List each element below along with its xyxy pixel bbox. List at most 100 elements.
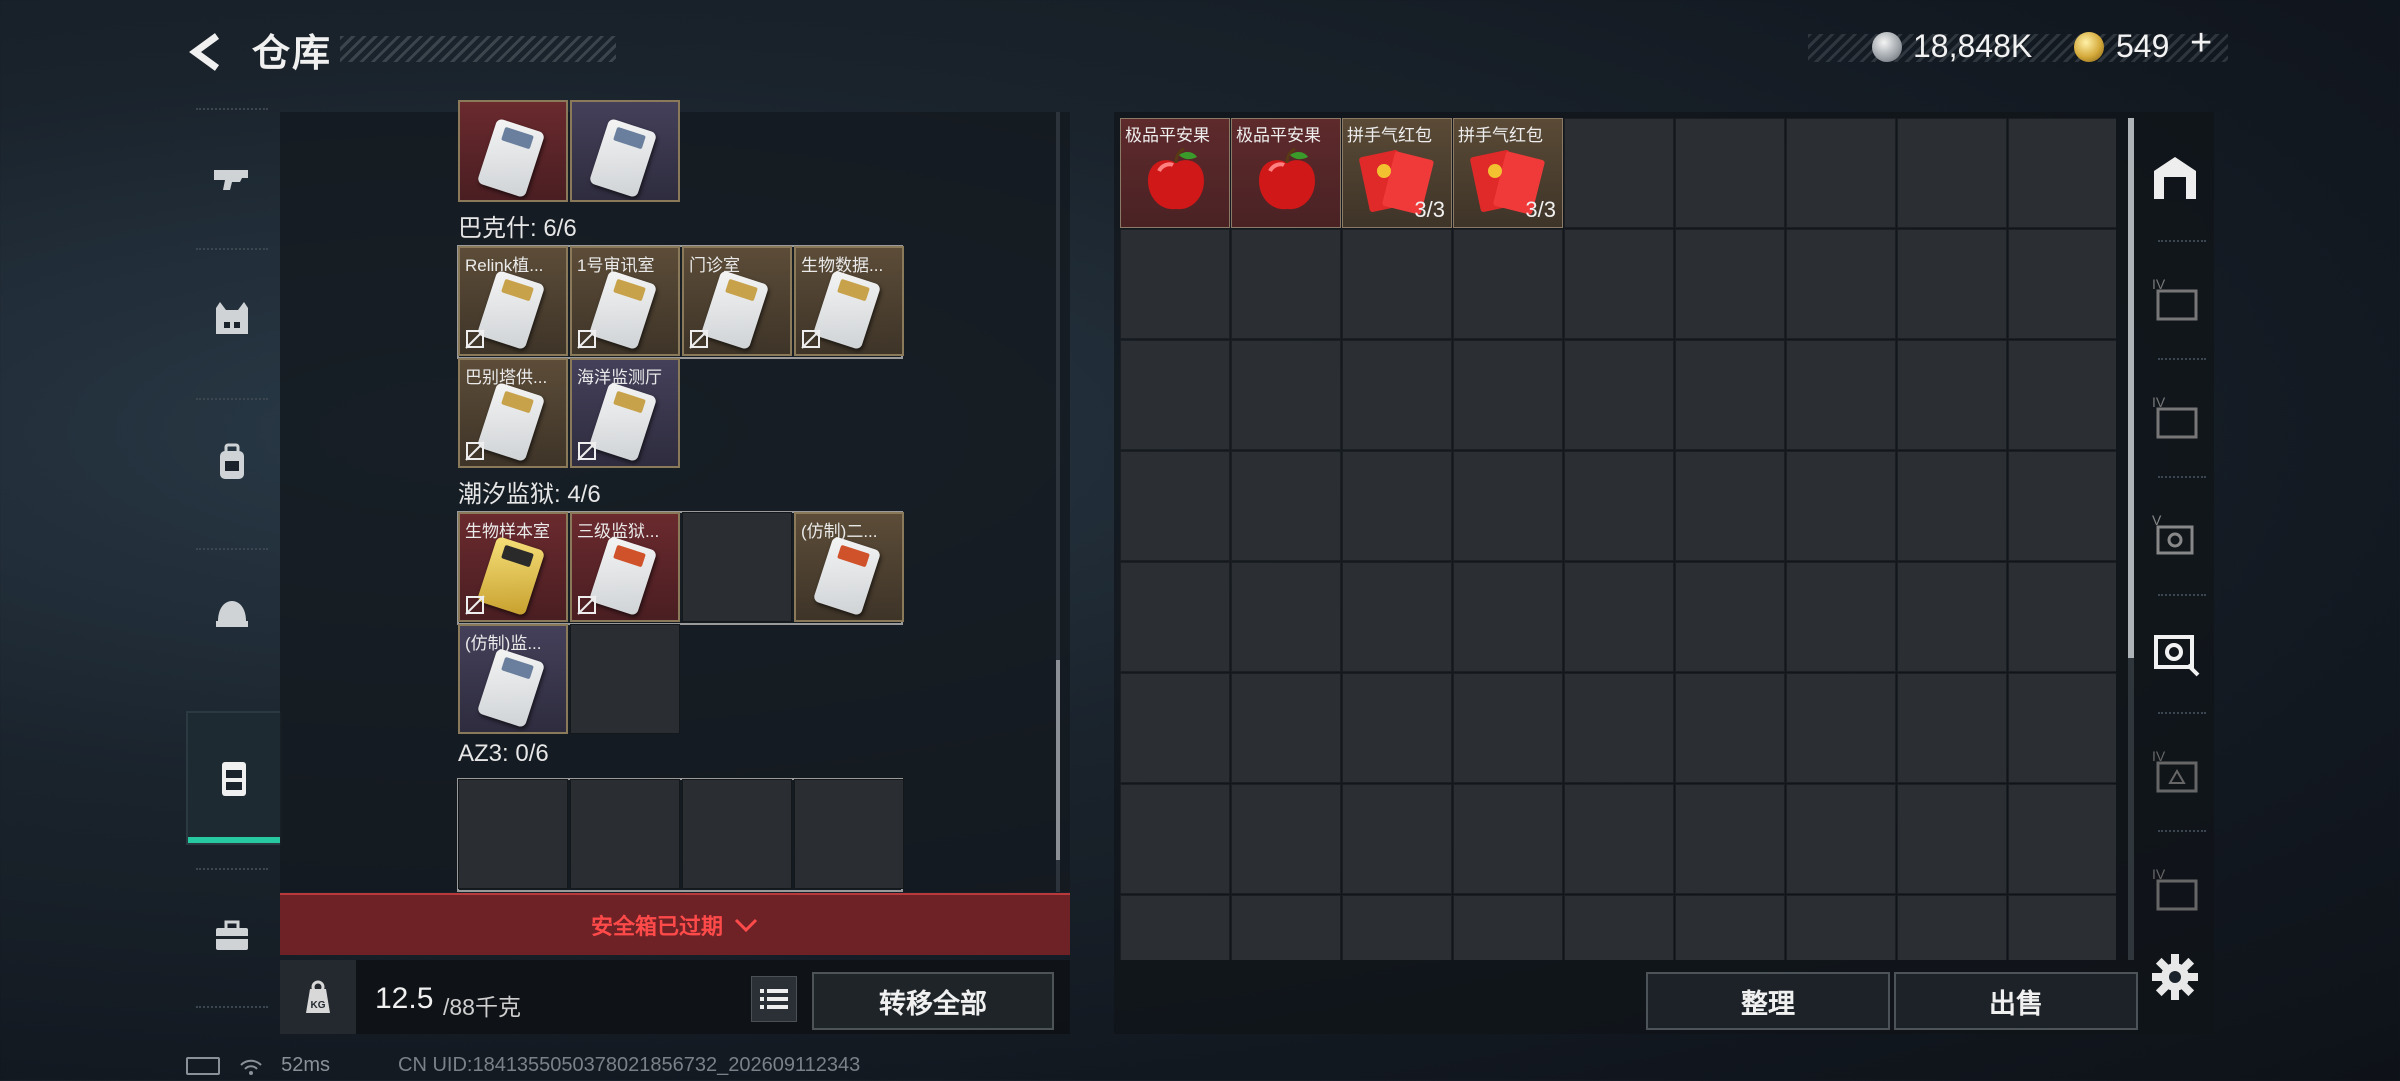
empty-storage-cell[interactable] <box>1897 229 2007 339</box>
empty-storage-cell[interactable] <box>1564 118 1674 228</box>
sort-button[interactable]: 整理 <box>1646 972 1890 1030</box>
empty-storage-cell[interactable] <box>1120 229 1230 339</box>
empty-storage-cell[interactable] <box>1342 562 1452 672</box>
add-gold-button[interactable]: + <box>2190 22 2212 65</box>
item-red-envelope[interactable]: 拼手气红包 3/3 <box>1342 118 1452 228</box>
empty-storage-cell[interactable] <box>1786 451 1896 561</box>
empty-storage-cell[interactable] <box>2008 118 2116 228</box>
empty-storage-cell[interactable] <box>1675 784 1785 894</box>
empty-storage-cell[interactable] <box>1342 340 1452 450</box>
empty-storage-cell[interactable] <box>1897 562 2007 672</box>
transfer-all-button[interactable]: 转移全部 <box>812 972 1054 1030</box>
tab-storage-v-active[interactable] <box>2140 602 2210 702</box>
empty-storage-cell[interactable] <box>1897 673 2007 783</box>
back-arrow-icon[interactable] <box>185 30 229 74</box>
empty-storage-cell[interactable] <box>1786 562 1896 672</box>
empty-storage-cell[interactable] <box>1120 340 1230 450</box>
empty-storage-cell[interactable] <box>1231 562 1341 672</box>
card-slot[interactable]: 生物样本室 <box>458 512 568 622</box>
empty-storage-cell[interactable] <box>1897 340 2007 450</box>
empty-storage-cell[interactable] <box>1786 229 1896 339</box>
category-cards[interactable] <box>186 711 282 845</box>
empty-storage-cell[interactable] <box>1897 784 2007 894</box>
empty-storage-cell[interactable] <box>1120 895 1230 960</box>
empty-storage-cell[interactable] <box>1675 340 1785 450</box>
empty-storage-cell[interactable] <box>1231 895 1341 960</box>
empty-storage-cell[interactable] <box>1786 118 1896 228</box>
empty-storage-cell[interactable] <box>2008 340 2116 450</box>
storage-scrollbar-thumb[interactable] <box>2128 118 2134 658</box>
tab-storage-iv-4[interactable]: IV <box>2140 838 2210 938</box>
card-slot[interactable]: 三级监狱... <box>570 512 680 622</box>
empty-storage-cell[interactable] <box>1675 562 1785 672</box>
sell-button[interactable]: 出售 <box>1894 972 2138 1030</box>
empty-storage-cell[interactable] <box>1231 229 1341 339</box>
empty-card-slot[interactable] <box>458 779 568 889</box>
card-slot[interactable]: 海洋监测厅 <box>570 358 680 468</box>
empty-storage-cell[interactable] <box>1120 673 1230 783</box>
empty-storage-cell[interactable] <box>1453 784 1563 894</box>
empty-storage-cell[interactable] <box>1453 562 1563 672</box>
empty-storage-cell[interactable] <box>1786 784 1896 894</box>
empty-storage-cell[interactable] <box>2008 895 2116 960</box>
list-view-button[interactable] <box>751 976 797 1022</box>
tab-storage-main[interactable] <box>2140 128 2210 228</box>
empty-card-slot[interactable] <box>794 779 904 889</box>
empty-storage-cell[interactable] <box>1453 340 1563 450</box>
empty-storage-cell[interactable] <box>2008 784 2116 894</box>
category-weapons[interactable] <box>186 118 278 238</box>
category-armor[interactable] <box>186 258 278 378</box>
empty-storage-cell[interactable] <box>1564 673 1674 783</box>
empty-storage-cell[interactable] <box>1897 451 2007 561</box>
empty-storage-cell[interactable] <box>1342 229 1452 339</box>
tab-storage-iv-1[interactable]: IV <box>2140 248 2210 348</box>
empty-card-slot[interactable] <box>682 779 792 889</box>
empty-storage-cell[interactable] <box>1786 673 1896 783</box>
empty-card-slot[interactable] <box>682 512 792 622</box>
empty-storage-cell[interactable] <box>1564 340 1674 450</box>
empty-storage-cell[interactable] <box>1453 229 1563 339</box>
empty-storage-cell[interactable] <box>1453 451 1563 561</box>
empty-storage-cell[interactable] <box>1675 451 1785 561</box>
gear-icon[interactable] <box>2150 952 2200 1002</box>
card-slot[interactable]: 门诊室 <box>682 246 792 356</box>
empty-card-slot[interactable] <box>570 624 680 734</box>
empty-storage-cell[interactable] <box>1564 784 1674 894</box>
empty-storage-cell[interactable] <box>1675 229 1785 339</box>
empty-storage-cell[interactable] <box>1675 118 1785 228</box>
empty-storage-cell[interactable] <box>1342 673 1452 783</box>
empty-storage-cell[interactable] <box>1675 673 1785 783</box>
left-scrollbar-thumb[interactable] <box>1056 660 1060 860</box>
empty-storage-cell[interactable] <box>2008 451 2116 561</box>
empty-storage-cell[interactable] <box>1564 229 1674 339</box>
empty-storage-cell[interactable] <box>1564 451 1674 561</box>
card-slot[interactable]: 生物数据... <box>794 246 904 356</box>
empty-storage-cell[interactable] <box>1897 118 2007 228</box>
empty-storage-cell[interactable] <box>1120 562 1230 672</box>
empty-storage-cell[interactable] <box>1564 895 1674 960</box>
empty-card-slot[interactable] <box>570 779 680 889</box>
card-slot[interactable] <box>570 100 680 202</box>
item-apple[interactable]: 极品平安果 <box>1120 118 1230 228</box>
empty-storage-cell[interactable] <box>1453 673 1563 783</box>
tab-storage-v-1[interactable]: V <box>2140 484 2210 584</box>
empty-storage-cell[interactable] <box>2008 229 2116 339</box>
item-apple[interactable]: 极品平安果 <box>1231 118 1341 228</box>
category-toolbox[interactable] <box>186 876 278 996</box>
empty-storage-cell[interactable] <box>1231 784 1341 894</box>
empty-storage-cell[interactable] <box>1342 895 1452 960</box>
empty-storage-cell[interactable] <box>1675 895 1785 960</box>
card-slot[interactable]: 1号审讯室 <box>570 246 680 356</box>
empty-storage-cell[interactable] <box>1786 340 1896 450</box>
safe-box-expired-banner[interactable]: 安全箱已过期 <box>280 893 1070 955</box>
empty-storage-cell[interactable] <box>1786 895 1896 960</box>
card-slot[interactable] <box>458 100 568 202</box>
card-slot[interactable]: (仿制)监... <box>458 624 568 734</box>
empty-storage-cell[interactable] <box>1231 451 1341 561</box>
empty-storage-cell[interactable] <box>1342 451 1452 561</box>
empty-storage-cell[interactable] <box>1120 784 1230 894</box>
tab-storage-iv-3[interactable]: IV <box>2140 720 2210 820</box>
empty-storage-cell[interactable] <box>1453 895 1563 960</box>
empty-storage-cell[interactable] <box>2008 562 2116 672</box>
card-slot[interactable]: 巴别塔供... <box>458 358 568 468</box>
